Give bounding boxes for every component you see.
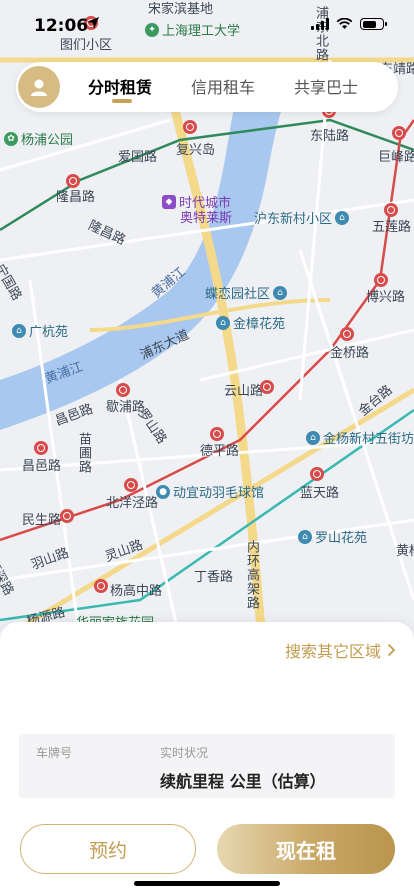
metro-station-icon[interactable] xyxy=(34,441,48,455)
tab-credit-rental[interactable]: 信用租车 xyxy=(191,74,255,98)
map-label: 杨高中路 xyxy=(110,584,163,599)
search-other-area-link[interactable]: 搜索其它区域 xyxy=(285,638,396,662)
metro-station-icon[interactable] xyxy=(116,383,130,397)
map-label: 复兴岛 xyxy=(176,143,216,158)
map-label: 苗圃路 xyxy=(76,432,91,474)
residence-icon: ⌂ xyxy=(273,285,288,300)
map-label: 德平路 xyxy=(200,444,240,459)
map-label: 昌邑路 xyxy=(22,459,62,474)
vehicle-info-card: 车牌号 实时状况 续航里程 公里（估算） xyxy=(19,734,395,798)
active-tab-indicator xyxy=(112,99,132,103)
map-label: 内环高架路 xyxy=(244,540,259,610)
residence-icon: ⌂ xyxy=(298,529,312,544)
residence-icon: ⌂ xyxy=(216,315,230,330)
metro-station-icon[interactable] xyxy=(384,203,398,217)
map-label: 爱国路 xyxy=(118,150,158,165)
search-other-label: 搜索其它区域 xyxy=(284,642,381,661)
shopping-icon: ◆ xyxy=(162,194,176,209)
map-label: 五莲路 xyxy=(372,220,412,235)
metro-station-icon[interactable] xyxy=(210,427,224,441)
sports-icon: ● xyxy=(156,484,170,499)
map-poi[interactable]: ● 动宜动羽毛球馆 xyxy=(156,482,264,501)
bottom-sheet: 搜索其它区域 车牌号 实时状况 续航里程 公里（估算） 预约 现在租 xyxy=(0,622,414,896)
user-avatar[interactable] xyxy=(18,66,60,108)
tab-shared-bus[interactable]: 共享巴士 xyxy=(294,74,358,98)
map-poi[interactable]: 沪东新村小区 ⌂ xyxy=(254,208,350,227)
metro-station-icon[interactable] xyxy=(124,478,138,492)
metro-station-icon[interactable] xyxy=(183,120,197,134)
map-label: 云山路 xyxy=(224,384,264,399)
map-label: 奥特莱斯 xyxy=(180,211,233,226)
status-bar: 12:06 xyxy=(0,0,414,50)
map-label: 民生路 xyxy=(22,513,62,528)
range-estimate: 续航里程 公里（估算） xyxy=(160,772,326,791)
park-icon: ✿ xyxy=(4,131,18,146)
map-label: 金桥路 xyxy=(330,346,370,361)
wifi-icon xyxy=(336,18,353,29)
map-poi[interactable]: ⌂ 广杭苑 xyxy=(12,321,68,340)
user-icon xyxy=(31,79,47,96)
status-time: 12:06 xyxy=(34,16,89,36)
map-label: 丁香路 xyxy=(194,570,234,585)
metro-station-icon[interactable] xyxy=(374,273,388,287)
map-label: 黄杨 xyxy=(396,544,414,559)
plate-label: 车牌号 xyxy=(36,746,73,760)
tab-hourly-rental[interactable]: 分时租赁 xyxy=(88,74,152,98)
status-label: 实时状况 xyxy=(160,746,209,760)
metro-station-icon[interactable] xyxy=(340,327,354,341)
cellular-signal-icon xyxy=(311,18,329,30)
location-arrow-icon xyxy=(87,17,99,29)
residence-icon: ⌂ xyxy=(12,323,26,338)
map-label: 东陆路 xyxy=(310,129,350,144)
metro-station-icon[interactable] xyxy=(66,174,80,188)
rent-now-button[interactable]: 现在租 xyxy=(217,824,395,874)
map-label: 隆昌路 xyxy=(56,190,96,205)
map-poi[interactable]: ⌂ 金樟花苑 xyxy=(216,313,285,332)
status-indicators xyxy=(311,18,387,30)
chevron-right-icon xyxy=(387,643,396,657)
metro-station-icon[interactable] xyxy=(260,380,274,394)
map-label: 博兴路 xyxy=(366,290,406,305)
map-poi[interactable]: ✿ 杨浦公园 xyxy=(4,129,73,148)
service-tab-bar: 分时租赁 信用租车 共享巴士 xyxy=(16,62,398,112)
metro-station-icon[interactable] xyxy=(60,509,74,523)
residence-icon: ⌂ xyxy=(335,210,350,225)
map-label: 巨峰路 xyxy=(378,150,414,165)
reserve-button[interactable]: 预约 xyxy=(20,824,196,874)
home-indicator xyxy=(134,881,280,886)
map-label: 北洋泾路 xyxy=(106,496,159,511)
metro-station-icon[interactable] xyxy=(94,579,108,593)
metro-station-icon[interactable] xyxy=(392,126,406,140)
map-poi[interactable]: ⌂ 罗山花苑 xyxy=(298,527,367,546)
map-poi[interactable]: 蝶恋园社区 ⌂ xyxy=(205,283,288,302)
metro-station-icon[interactable] xyxy=(310,467,324,481)
residence-icon: ⌂ xyxy=(306,430,320,445)
battery-icon xyxy=(360,18,387,30)
map-label: 蓝天路 xyxy=(300,486,340,501)
map-poi[interactable]: ⌂ 金杨新村五街坊 xyxy=(306,428,414,447)
